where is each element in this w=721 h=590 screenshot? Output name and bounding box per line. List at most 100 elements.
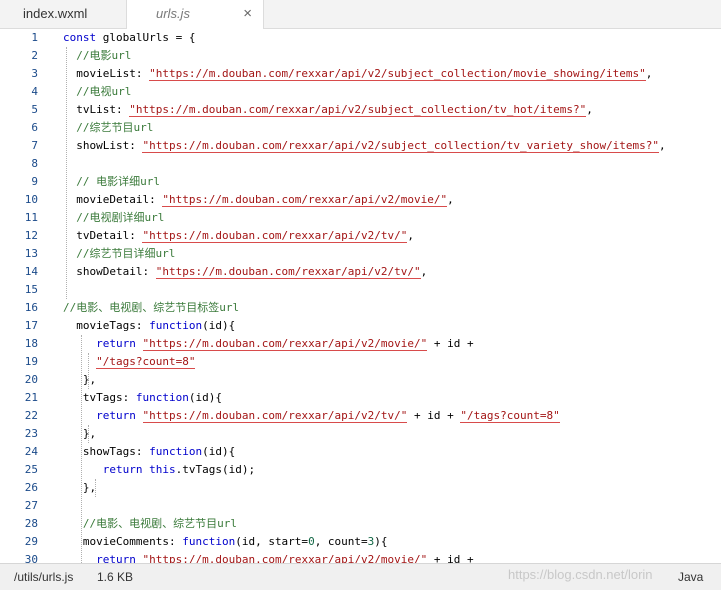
code-line[interactable]: 29 movieComments: function(id, start=0, …: [0, 533, 721, 551]
line-number: 19: [24, 355, 38, 368]
keyword-token: function: [182, 535, 236, 548]
code-token: showDetail:: [63, 265, 156, 278]
code-line[interactable]: 2 //电影url: [0, 47, 721, 65]
code-token: showList:: [63, 139, 143, 152]
keyword-token: this: [149, 463, 176, 476]
line-number: 17: [24, 319, 38, 332]
code-token: .tvTags(id);: [175, 463, 256, 476]
code-line[interactable]: 22 return "https://m.douban.com/rexxar/a…: [0, 407, 721, 425]
code-line[interactable]: 16 //电影、电视剧、综艺节目标签url: [0, 299, 721, 317]
code-text: //综艺节目详细url: [63, 245, 175, 263]
code-line[interactable]: 5 tvList: "https://m.douban.com/rexxar/a…: [0, 101, 721, 119]
string-token: "https://m.douban.com/rexxar/api/v2/tv/": [142, 229, 408, 243]
code-line[interactable]: 6 //综艺节目url: [0, 119, 721, 137]
code-line[interactable]: 3 movieList: "https://m.douban.com/rexxa…: [0, 65, 721, 83]
line-number: 14: [24, 265, 38, 278]
code-text: //综艺节目url: [63, 119, 153, 137]
code-token: ,: [659, 139, 666, 152]
string-token: "https://m.douban.com/rexxar/api/v2/movi…: [142, 553, 428, 563]
code-text: //电影url: [63, 47, 131, 65]
code-text: },: [63, 479, 96, 497]
tab-label: urls.js: [156, 6, 190, 21]
code-token: + id +: [407, 409, 461, 422]
code-line[interactable]: 1 const globalUrls = {: [0, 29, 721, 47]
code-line[interactable]: 8: [0, 155, 721, 173]
line-number: 7: [31, 139, 38, 152]
code-text: showTags: function(id){: [63, 443, 235, 461]
keyword-token: function: [149, 445, 203, 458]
comment-token: //电影、电视剧、综艺节目标签url: [63, 301, 240, 314]
line-number: 27: [24, 499, 38, 512]
language-mode[interactable]: Java: [678, 570, 703, 584]
code-token: showTags:: [63, 445, 150, 458]
code-line[interactable]: 18 return "https://m.douban.com/rexxar/a…: [0, 335, 721, 353]
keyword-token: return: [102, 463, 143, 476]
string-token: "https://m.douban.com/rexxar/api/v2/subj…: [129, 103, 587, 117]
tab-index-wxml[interactable]: index.wxml: [0, 0, 127, 28]
code-text: },: [63, 425, 96, 443]
string-token: "https://m.douban.com/rexxar/api/v2/subj…: [149, 67, 646, 81]
comment-token: //电影url: [63, 49, 132, 62]
code-line[interactable]: 11 //电视剧详细url: [0, 209, 721, 227]
code-line[interactable]: 15: [0, 281, 721, 299]
code-text: //电影、电视剧、综艺节目标签url: [63, 299, 239, 317]
line-number: 15: [24, 283, 38, 296]
code-token: ,: [407, 229, 415, 242]
code-line[interactable]: 9 // 电影详细url: [0, 173, 721, 191]
line-number: 2: [31, 49, 38, 62]
line-number: 21: [24, 391, 38, 404]
code-line[interactable]: 17 movieTags: function(id){: [0, 317, 721, 335]
code-line[interactable]: 10 movieDetail: "https://m.douban.com/re…: [0, 191, 721, 209]
code-line[interactable]: 23 },: [0, 425, 721, 443]
line-number: 29: [24, 535, 38, 548]
line-number: 16: [24, 301, 38, 314]
code-text: //电影、电视剧、综艺节目url: [63, 515, 237, 533]
code-editor[interactable]: 1 const globalUrls = {2 //电影url 3 movieLis…: [0, 29, 721, 563]
code-line[interactable]: 27: [0, 497, 721, 515]
code-text: const globalUrls = {: [63, 29, 195, 47]
keyword-token: return: [96, 409, 136, 422]
line-number: 20: [24, 373, 38, 386]
comment-token: //综艺节目url: [63, 121, 154, 134]
file-path: /utils/urls.js: [14, 570, 74, 584]
code-token: (id){: [202, 445, 236, 458]
code-line[interactable]: 28 //电影、电视剧、综艺节目url: [0, 515, 721, 533]
code-token: tvList:: [63, 103, 130, 116]
code-text: return this.tvTags(id);: [63, 461, 255, 479]
code-line[interactable]: 30 return "https://m.douban.com/rexxar/a…: [0, 551, 721, 563]
code-token: (id, start=: [235, 535, 309, 548]
code-token: },: [63, 481, 97, 494]
tab-label: index.wxml: [23, 6, 88, 21]
code-text: //电视剧详细url: [63, 209, 164, 227]
code-line[interactable]: 14 showDetail: "https://m.douban.com/rex…: [0, 263, 721, 281]
code-text: return "https://m.douban.com/rexxar/api/…: [63, 335, 474, 353]
code-line[interactable]: 4 //电视url: [0, 83, 721, 101]
code-line[interactable]: 19 "/tags?count=8": [0, 353, 721, 371]
keyword-token: function: [135, 391, 189, 404]
line-number: 28: [24, 517, 38, 530]
code-token: movieList:: [63, 67, 150, 80]
number-token: 0: [308, 535, 315, 548]
code-line[interactable]: 13 //综艺节目详细url: [0, 245, 721, 263]
code-text: movieComments: function(id, start=0, cou…: [63, 533, 388, 551]
code-token: + id +: [427, 553, 474, 563]
comment-token: //电影、电视剧、综艺节目url: [63, 517, 237, 530]
code-line[interactable]: 12 tvDetail: "https://m.douban.com/rexxa…: [0, 227, 721, 245]
code-line[interactable]: 24 showTags: function(id){: [0, 443, 721, 461]
code-line[interactable]: 25 return this.tvTags(id);: [0, 461, 721, 479]
line-number: 6: [31, 121, 38, 134]
code-text: showList: "https://m.douban.com/rexxar/a…: [63, 137, 666, 155]
line-number: 18: [24, 337, 38, 350]
code-line[interactable]: 20 },: [0, 371, 721, 389]
tab-urls-js[interactable]: urls.js ×: [127, 0, 264, 29]
code-line[interactable]: 7 showList: "https://m.douban.com/rexxar…: [0, 137, 721, 155]
code-text: return "https://m.douban.com/rexxar/api/…: [63, 551, 474, 563]
string-token: "https://m.douban.com/rexxar/api/v2/tv/": [155, 265, 421, 279]
code-line[interactable]: 26 },: [0, 479, 721, 497]
code-line[interactable]: 21 tvTags: function(id){: [0, 389, 721, 407]
code-text: movieList: "https://m.douban.com/rexxar/…: [63, 65, 652, 83]
close-icon[interactable]: ×: [243, 0, 252, 28]
